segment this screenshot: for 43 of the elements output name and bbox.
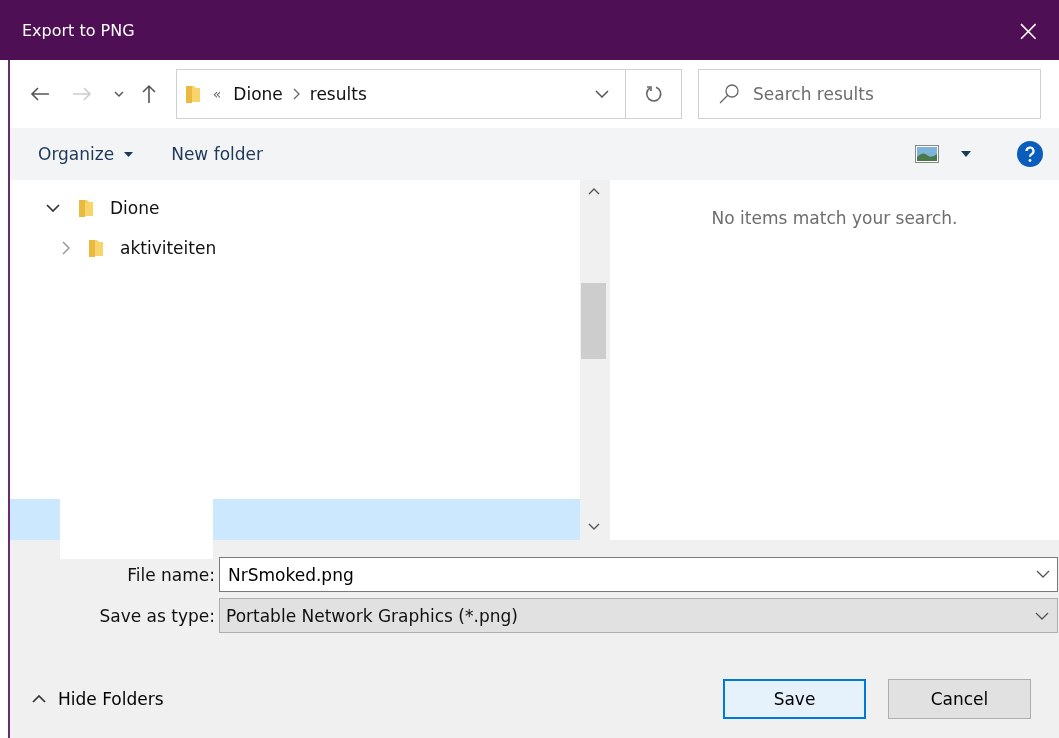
chevron-down-icon[interactable] <box>1035 611 1049 620</box>
save-button[interactable]: Save <box>723 679 866 719</box>
chevron-right-icon <box>292 88 300 100</box>
tree-item[interactable]: Dione <box>10 188 580 228</box>
close-button[interactable]: × <box>1011 12 1045 48</box>
search-icon <box>718 83 740 105</box>
file-name-field[interactable]: NrSmoked.png <box>219 557 1058 592</box>
up-arrow-icon[interactable] <box>141 84 156 104</box>
chevron-right-icon[interactable] <box>62 241 70 255</box>
breadcrumb[interactable]: Dione <box>233 84 283 104</box>
search-field[interactable]: Search results <box>698 69 1041 119</box>
breadcrumb[interactable]: results <box>309 84 367 104</box>
caret-icon[interactable] <box>961 151 971 157</box>
chevron-down-icon[interactable] <box>587 523 600 530</box>
chevron-up-icon[interactable] <box>587 188 600 195</box>
scrollbar[interactable] <box>580 180 607 540</box>
help-icon[interactable] <box>1017 141 1043 167</box>
folder-icon <box>78 198 94 218</box>
refresh-button[interactable] <box>626 69 682 119</box>
back-arrow-icon[interactable] <box>30 87 50 101</box>
folder-icon <box>88 238 104 258</box>
chevron-down-icon[interactable] <box>113 91 124 97</box>
path-overflow[interactable]: « <box>212 86 222 102</box>
hide-folders-button[interactable]: Hide Folders <box>26 688 170 710</box>
empty-message: No items match your search. <box>711 208 958 230</box>
organize-menu[interactable]: Organize <box>30 140 123 168</box>
file-type-dropdown[interactable]: Portable Network Graphics (*.png) <box>219 598 1058 633</box>
chevron-down-icon[interactable] <box>46 204 60 212</box>
landscape-view-icon[interactable] <box>915 145 939 163</box>
chevron-down-icon[interactable] <box>595 90 610 98</box>
tree-item[interactable]: aktiviteiten <box>10 228 580 268</box>
refresh-icon <box>643 84 664 104</box>
chevron-up-icon <box>32 695 46 703</box>
address-bar[interactable]: « Dione results <box>175 69 627 119</box>
window-title: Export to PNG <box>22 20 135 40</box>
scrollbar-thumb[interactable] <box>581 283 606 359</box>
field-label: File name: <box>126 564 216 585</box>
caret-icon <box>124 151 134 157</box>
new-folder-button[interactable]: New folder <box>163 140 271 168</box>
chevron-down-icon[interactable] <box>1036 570 1050 578</box>
field-label: Save as type: <box>98 605 216 626</box>
cancel-button[interactable]: Cancel <box>888 679 1031 719</box>
folder-icon <box>184 84 201 104</box>
